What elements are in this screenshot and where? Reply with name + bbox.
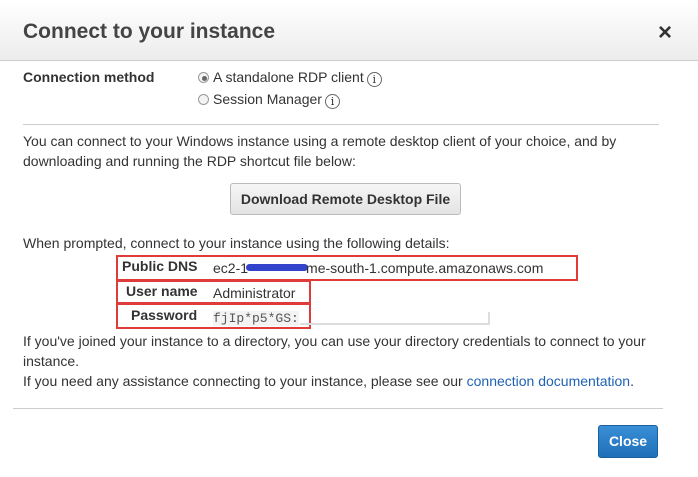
password-label: Password (131, 307, 198, 323)
public-dns-value: ec2-1 me-south-1.compute.amazonaws.com (213, 260, 544, 276)
public-dns-label: Public DNS (122, 258, 198, 274)
intro-text: You can connect to your Windows instance… (23, 133, 617, 169)
redaction-scribble (246, 264, 309, 271)
download-rdp-button[interactable]: Download Remote Desktop File (230, 183, 461, 215)
directory-note: If you've joined your instance to a dire… (23, 333, 646, 369)
radio-label: Session Manager (213, 91, 322, 107)
radio-standalone-rdp[interactable]: A standalone RDP client i (198, 69, 382, 87)
dialog-header: Connect to your instance × (0, 0, 698, 61)
info-icon[interactable]: i (366, 72, 382, 87)
footer-divider (13, 408, 663, 409)
username-value: Administrator (213, 285, 296, 301)
connection-method-label: Connection method (23, 69, 155, 85)
radio-selected-icon[interactable] (198, 72, 209, 83)
dialog-title: Connect to your instance (23, 20, 276, 43)
divider (23, 124, 659, 125)
close-button[interactable]: Close (598, 425, 658, 458)
username-label: User name (126, 283, 198, 299)
close-icon[interactable]: × (658, 19, 672, 47)
info-icon[interactable]: i (324, 94, 340, 109)
help-text: If you need any assistance connecting to… (23, 373, 634, 389)
radio-unselected-icon[interactable] (198, 94, 209, 105)
prompt-text: When prompted, connect to your instance … (23, 235, 450, 251)
password-value[interactable]: fjIp*p5*GS: (213, 311, 299, 326)
password-field-edge (300, 312, 490, 325)
connection-documentation-link[interactable]: connection documentation (467, 373, 630, 389)
radio-session-manager[interactable]: Session Manager i (198, 91, 340, 109)
radio-label: A standalone RDP client (213, 69, 364, 85)
